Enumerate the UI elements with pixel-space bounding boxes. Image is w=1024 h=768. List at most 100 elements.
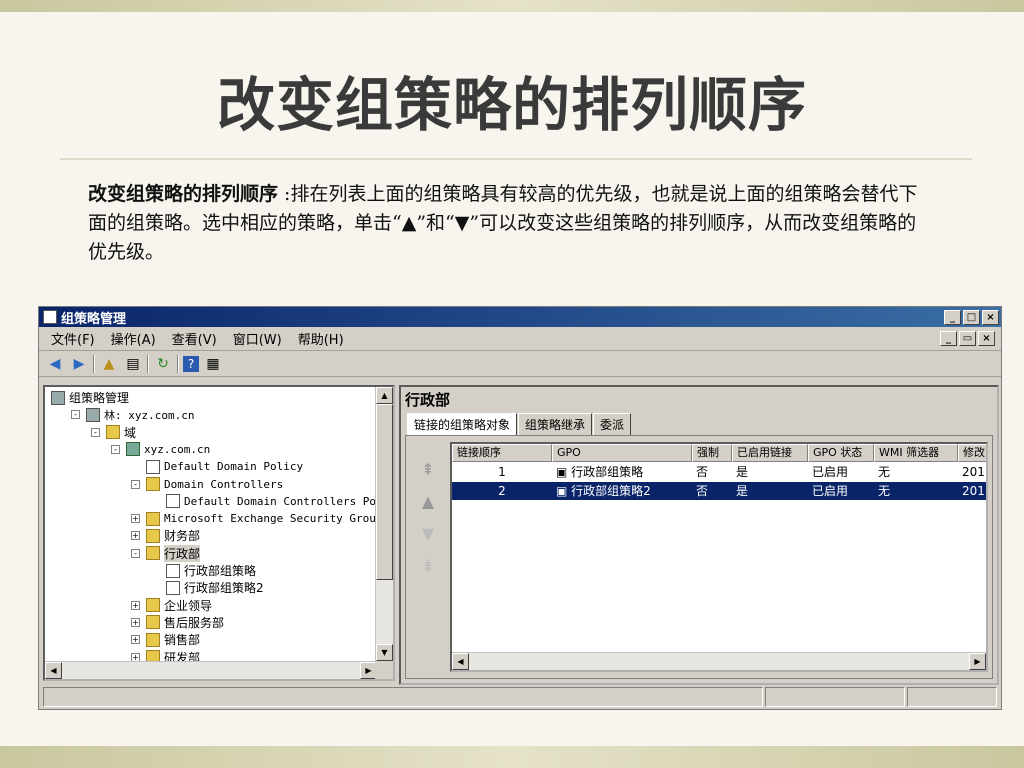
up-folder-icon[interactable]: ▲ <box>99 354 119 374</box>
list-header: 链接顺序 GPO 强制 已启用链接 GPO 状态 WMI 筛选器 修改 <box>452 444 986 462</box>
tree-node-label: Default Domain Policy <box>164 460 304 474</box>
expand-icon[interactable]: + <box>131 531 140 541</box>
table-cell: 201 <box>962 484 985 498</box>
tree-node[interactable]: - 林: xyz.com.cn <box>71 406 194 423</box>
tree-node[interactable]: 组策略管理 <box>51 389 129 406</box>
scroll-thumb[interactable] <box>376 404 393 580</box>
folder-icon <box>146 546 160 561</box>
tree-node[interactable]: + 企业领导 <box>131 597 212 614</box>
folder-icon <box>146 511 160 526</box>
domain-icon <box>126 442 140 457</box>
menu-file[interactable]: 文件(F) <box>43 329 103 348</box>
column-header[interactable]: 强制 <box>692 444 732 462</box>
tree-horizontal-scrollbar[interactable]: ◀ ▶ <box>45 661 377 679</box>
bottom-band <box>0 746 1024 768</box>
scroll-left-icon[interactable]: ◀ <box>45 662 62 679</box>
menu-help[interactable]: 帮助(H) <box>290 329 352 348</box>
tree-node[interactable]: Default Domain Controllers Poli <box>151 493 389 510</box>
scroll-right-icon[interactable]: ▶ <box>969 653 986 670</box>
tree-node[interactable]: + Microsoft Exchange Security Groups <box>131 510 389 527</box>
tree-pane: 组策略管理 - 林: xyz.com.cn - 域 - xyz.com.cn Default … <box>43 385 395 681</box>
table-row[interactable]: 2 ▣ 行政部组策略2 否 是 已启用 无 201 <box>452 482 986 500</box>
page-title: 改变组策略的排列顺序 <box>216 71 807 139</box>
tab-linked-gpos[interactable]: 链接的组策略对象 <box>407 413 518 436</box>
doc-restore-button[interactable]: ▭ <box>959 331 976 346</box>
scroll-up-icon[interactable]: ▲ <box>376 387 393 404</box>
refresh-icon[interactable]: ↻ <box>153 354 173 374</box>
tree-node-label: 行政部组策略 <box>184 564 257 578</box>
expand-icon[interactable]: + <box>131 600 140 610</box>
collapse-icon[interactable]: - <box>71 410 80 420</box>
tree-node[interactable]: + 财务部 <box>131 527 200 544</box>
tab-content: ⇞ ▲ ▼ ⇟ 链接顺序 GPO 强制 已启用链接 GPO 状态 WMI 筛选器 修改 1 ▣… <box>405 435 993 679</box>
table-cell: 是 <box>736 484 749 498</box>
tree-node[interactable]: + 销售部 <box>131 631 200 648</box>
menu-view[interactable]: 查看(V) <box>164 329 225 348</box>
menu-action[interactable]: 操作(A) <box>103 329 164 348</box>
collapse-icon[interactable]: - <box>131 548 140 558</box>
table-row[interactable]: 1 ▣ 行政部组策略 否 是 已启用 无 201 <box>452 463 986 481</box>
forest-icon <box>86 407 100 422</box>
toolbar-separator <box>147 354 149 373</box>
scroll-corner <box>375 661 393 679</box>
tab-delegation[interactable]: 委派 <box>593 413 632 436</box>
window-titlebar[interactable]: 组策略管理 _ □ × <box>39 307 1001 327</box>
maximize-button[interactable]: □ <box>963 309 980 325</box>
tree-node[interactable]: 行政部组策略 <box>151 562 256 579</box>
minimize-button[interactable]: _ <box>944 309 961 325</box>
move-down-icon[interactable]: ▼ <box>414 520 442 548</box>
tree-node[interactable]: Default Domain Policy <box>131 458 303 475</box>
column-header[interactable]: 修改 <box>958 444 986 462</box>
doc-close-button[interactable]: × <box>978 331 995 346</box>
tree-node[interactable]: -域 <box>91 424 136 441</box>
move-bottom-icon[interactable]: ⇟ <box>414 552 442 580</box>
expand-icon[interactable]: + <box>131 635 140 645</box>
menu-window[interactable]: 窗口(W) <box>225 329 290 348</box>
show-tree-icon[interactable]: ▤ <box>123 354 143 374</box>
description: 改变组策略的排列顺序 :排在列表上面的组策略具有较高的优先级，也就是说上面的组策… <box>88 180 918 267</box>
tree-node-label: 企业领导 <box>164 598 213 613</box>
table-cell: 无 <box>878 465 891 479</box>
move-up-icon[interactable]: ▲ <box>414 488 442 516</box>
tree-node[interactable]: 行政部组策略2 <box>151 579 264 596</box>
toolbar-separator <box>177 354 179 373</box>
toolbar: ◀ ▶ ▲ ▤ ↻ ? ▦ <box>39 351 1001 377</box>
table-cell: 已启用 <box>812 465 849 479</box>
scroll-down-icon[interactable]: ▼ <box>376 644 393 661</box>
column-header[interactable]: 已启用链接 <box>732 444 808 462</box>
column-header[interactable]: GPO <box>552 444 692 462</box>
table-cell: 2 <box>498 484 506 498</box>
status-panel <box>765 687 905 707</box>
tree-node-label: 行政部组策略2 <box>184 581 264 596</box>
tree-node[interactable]: - 行政部 <box>131 544 201 562</box>
doc-minimize-button[interactable]: _ <box>940 331 957 346</box>
close-button[interactable]: × <box>982 309 999 325</box>
column-header[interactable]: 链接顺序 <box>452 444 552 462</box>
column-header[interactable]: WMI 筛选器 <box>874 444 958 462</box>
table-cell: 是 <box>736 465 749 479</box>
expand-icon[interactable]: + <box>131 617 140 627</box>
tree-node[interactable]: + 售后服务部 <box>131 614 224 631</box>
gpo-list: 链接顺序 GPO 强制 已启用链接 GPO 状态 WMI 筛选器 修改 1 ▣ 行政部组策略否… <box>450 442 988 672</box>
back-icon[interactable]: ◀ <box>45 354 65 374</box>
properties-icon[interactable]: ▦ <box>203 354 223 374</box>
tree-node[interactable]: - Domain Controllers <box>131 476 283 493</box>
expand-icon[interactable]: + <box>131 514 140 524</box>
collapse-icon[interactable]: - <box>111 444 120 454</box>
collapse-icon[interactable]: - <box>91 427 100 437</box>
console-tree: 组策略管理 - 林: xyz.com.cn - 域 - xyz.com.cn Default … <box>45 387 389 665</box>
gpmc-window: 组策略管理 _ □ × 文件(F) 操作(A) 查看(V) 窗口(W) 帮助(H… <box>38 306 1002 710</box>
tree-vertical-scrollbar[interactable]: ▲ ▼ <box>375 387 393 661</box>
help-icon[interactable]: ? <box>183 355 199 372</box>
forward-icon[interactable]: ▶ <box>69 354 89 374</box>
table-cell: ▣ 行政部组策略2 <box>556 484 651 498</box>
scroll-left-icon[interactable]: ◀ <box>452 653 469 670</box>
list-horizontal-scrollbar[interactable]: ◀ ▶ <box>452 652 986 670</box>
toolbar-separator <box>93 354 95 373</box>
move-top-icon[interactable]: ⇞ <box>414 456 442 484</box>
tree-node[interactable]: - xyz.com.cn <box>111 441 210 458</box>
column-header[interactable]: GPO 状态 <box>808 444 874 462</box>
details-pane: 行政部 链接的组策略对象 组策略继承 委派 ⇞ ▲ ▼ ⇟ 链接顺序 GPO 强制已… <box>399 385 999 685</box>
tab-inheritance[interactable]: 组策略继承 <box>518 413 593 436</box>
collapse-icon[interactable]: - <box>131 479 140 489</box>
